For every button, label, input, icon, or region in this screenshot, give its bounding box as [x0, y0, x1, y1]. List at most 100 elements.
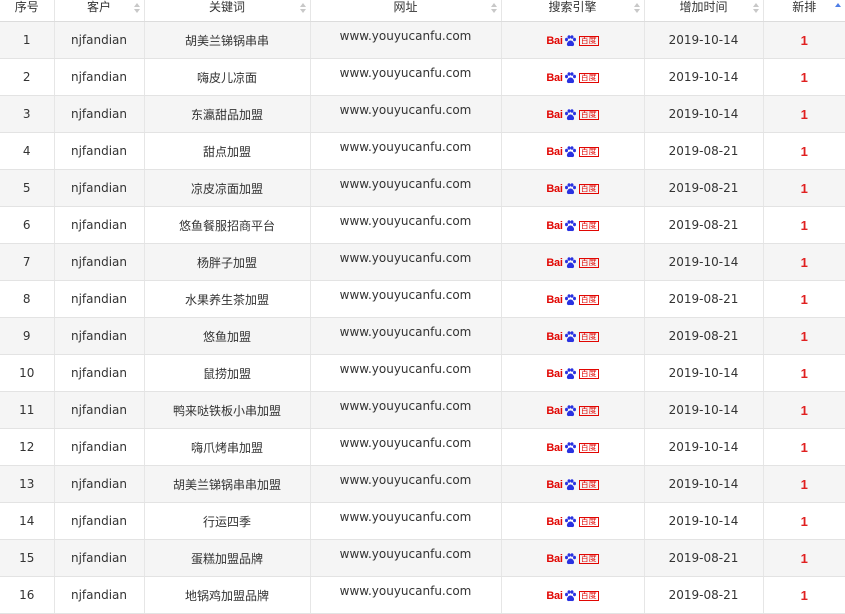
- cell-engine: Bai 百度: [501, 206, 645, 244]
- column-header-new-rank[interactable]: 新排: [763, 0, 845, 22]
- baidu-logo-chinese: 百度: [578, 73, 599, 84]
- cell-keyword: 蛋糕加盟品牌: [144, 539, 311, 577]
- cell-added-date: 2019-08-21: [644, 539, 764, 577]
- baidu-logo: Bai 百度: [546, 367, 599, 380]
- cell-index: 14: [0, 502, 55, 540]
- column-header-engine[interactable]: 搜索引擎: [501, 0, 645, 22]
- cell-new-rank: 1: [763, 280, 845, 318]
- baidu-logo-chinese: 百度: [578, 554, 599, 565]
- baidu-logo-latin: Bai: [546, 404, 563, 417]
- cell-engine: Bai 百度: [501, 539, 645, 577]
- cell-added-date: 2019-08-21: [644, 206, 764, 244]
- cell-client: njfandian: [54, 502, 145, 540]
- table-row: 7 njfandian 杨胖子加盟 www.youyucanfu.com Bai…: [0, 243, 845, 281]
- cell-url[interactable]: www.youyucanfu.com: [310, 280, 502, 318]
- table-row: 16 njfandian 地锅鸡加盟品牌 www.youyucanfu.com …: [0, 576, 845, 614]
- baidu-logo: Bai 百度: [546, 294, 599, 306]
- cell-url[interactable]: www.youyucanfu.com: [310, 576, 502, 614]
- cell-added-date: 2019-10-14: [644, 354, 764, 392]
- sort-icon[interactable]: [752, 3, 759, 15]
- cell-url[interactable]: www.youyucanfu.com: [310, 95, 502, 133]
- baidu-logo-chinese: 百度: [578, 332, 599, 343]
- cell-index: 16: [0, 576, 55, 614]
- cell-index: 2: [0, 58, 55, 96]
- baidu-logo: Bai 百度: [546, 146, 599, 158]
- cell-client: njfandian: [54, 206, 145, 244]
- column-header-client[interactable]: 客户: [54, 0, 145, 22]
- table-row: 10 njfandian 鼠捞加盟 www.youyucanfu.com Bai…: [0, 354, 845, 392]
- column-header-url[interactable]: 网址: [310, 0, 502, 22]
- cell-client: njfandian: [54, 21, 145, 59]
- cell-url[interactable]: www.youyucanfu.com: [310, 132, 502, 170]
- cell-client: njfandian: [54, 465, 145, 503]
- cell-index: 8: [0, 280, 55, 318]
- baidu-logo-latin: Bai: [546, 256, 563, 269]
- baidu-logo-chinese: 百度: [578, 258, 599, 269]
- baidu-paw-icon: [564, 553, 576, 565]
- cell-url[interactable]: www.youyucanfu.com: [310, 243, 502, 281]
- cell-index: 13: [0, 465, 55, 503]
- cell-added-date: 2019-10-14: [644, 465, 764, 503]
- keyword-ranking-table: 序号 客户 关键词 网址 搜索引擎 增加时间 新排 1 njfandian 胡美…: [0, 0, 845, 614]
- cell-url[interactable]: www.youyucanfu.com: [310, 317, 502, 355]
- column-header-index[interactable]: 序号: [0, 0, 55, 22]
- cell-url[interactable]: www.youyucanfu.com: [310, 58, 502, 96]
- cell-engine: Bai 百度: [501, 243, 645, 281]
- column-header-keyword[interactable]: 关键词: [144, 0, 311, 22]
- table-row: 4 njfandian 甜点加盟 www.youyucanfu.com Bai …: [0, 132, 845, 170]
- baidu-logo-latin: Bai: [546, 367, 563, 380]
- baidu-logo-chinese: 百度: [578, 295, 599, 306]
- cell-engine: Bai 百度: [501, 95, 645, 133]
- cell-index: 5: [0, 169, 55, 207]
- cell-new-rank: 1: [763, 58, 845, 96]
- baidu-logo-latin: Bai: [546, 182, 563, 195]
- sort-icon[interactable]: [490, 3, 497, 15]
- cell-keyword: 嗨爪烤串加盟: [144, 428, 311, 466]
- cell-url[interactable]: www.youyucanfu.com: [310, 539, 502, 577]
- cell-engine: Bai 百度: [501, 21, 645, 59]
- cell-url[interactable]: www.youyucanfu.com: [310, 465, 502, 503]
- cell-url[interactable]: www.youyucanfu.com: [310, 169, 502, 207]
- baidu-logo: Bai 百度: [546, 590, 599, 602]
- baidu-logo: Bai 百度: [546, 516, 599, 528]
- baidu-logo-chinese: 百度: [578, 36, 599, 47]
- cell-url[interactable]: www.youyucanfu.com: [310, 206, 502, 244]
- table-row: 1 njfandian 胡美兰锑锅串串 www.youyucanfu.com B…: [0, 21, 845, 59]
- baidu-logo-latin: Bai: [546, 34, 563, 47]
- cell-client: njfandian: [54, 354, 145, 392]
- cell-keyword: 胡美兰锑锅串串加盟: [144, 465, 311, 503]
- sort-icon[interactable]: [633, 3, 640, 15]
- table-row: 11 njfandian 鸭来哒铁板小串加盟 www.youyucanfu.co…: [0, 391, 845, 429]
- cell-new-rank: 1: [763, 539, 845, 577]
- cell-url[interactable]: www.youyucanfu.com: [310, 502, 502, 540]
- baidu-logo-latin: Bai: [546, 71, 563, 84]
- sort-asc-icon[interactable]: [835, 3, 841, 15]
- cell-url[interactable]: www.youyucanfu.com: [310, 391, 502, 429]
- cell-new-rank: 1: [763, 132, 845, 170]
- cell-index: 6: [0, 206, 55, 244]
- cell-url[interactable]: www.youyucanfu.com: [310, 21, 502, 59]
- baidu-paw-icon: [564, 183, 576, 195]
- sort-icon[interactable]: [299, 3, 306, 15]
- baidu-logo: Bai 百度: [546, 182, 599, 195]
- baidu-logo: Bai 百度: [546, 479, 599, 491]
- sort-icon[interactable]: [133, 3, 140, 15]
- cell-added-date: 2019-10-14: [644, 95, 764, 133]
- baidu-logo: Bai 百度: [546, 71, 599, 84]
- cell-url[interactable]: www.youyucanfu.com: [310, 428, 502, 466]
- cell-index: 9: [0, 317, 55, 355]
- table-row: 5 njfandian 凉皮凉面加盟 www.youyucanfu.com Ba…: [0, 169, 845, 207]
- cell-new-rank: 1: [763, 95, 845, 133]
- cell-added-date: 2019-10-14: [644, 502, 764, 540]
- baidu-paw-icon: [564, 405, 576, 417]
- cell-index: 12: [0, 428, 55, 466]
- cell-added-date: 2019-10-14: [644, 21, 764, 59]
- cell-new-rank: 1: [763, 428, 845, 466]
- column-header-added[interactable]: 增加时间: [644, 0, 764, 22]
- baidu-logo-chinese: 百度: [578, 147, 599, 158]
- cell-client: njfandian: [54, 280, 145, 318]
- cell-keyword: 杨胖子加盟: [144, 243, 311, 281]
- baidu-paw-icon: [564, 368, 576, 380]
- cell-new-rank: 1: [763, 391, 845, 429]
- cell-url[interactable]: www.youyucanfu.com: [310, 354, 502, 392]
